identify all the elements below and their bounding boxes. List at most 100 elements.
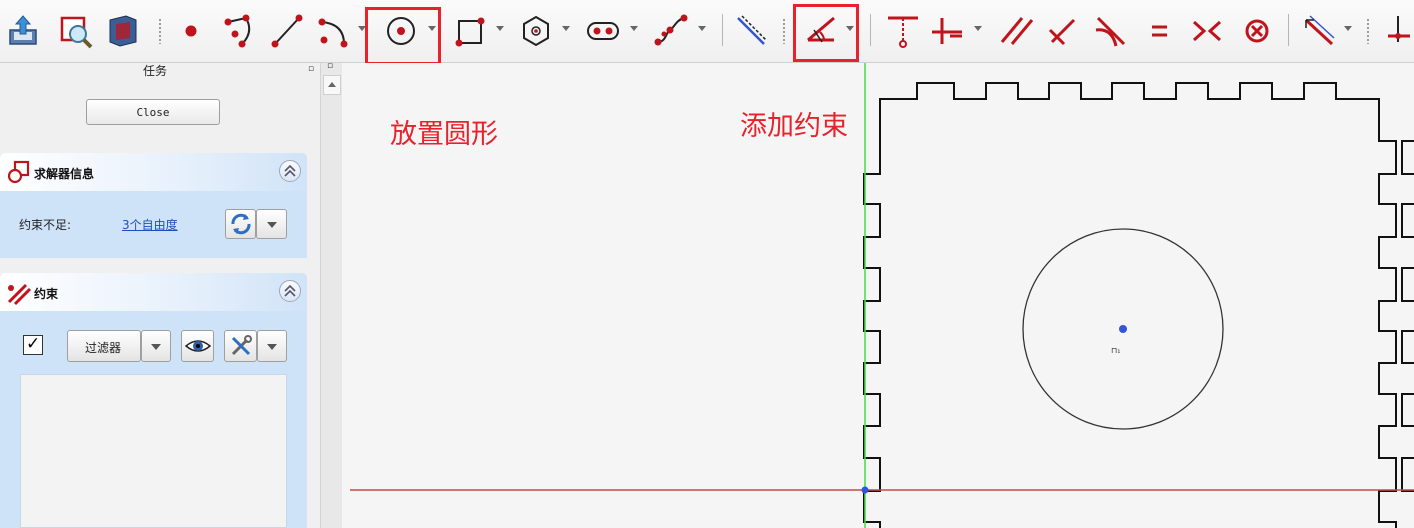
polygon-button[interactable] (515, 8, 555, 54)
settings-dropdown[interactable] (257, 330, 287, 362)
constraint-block-icon (1245, 19, 1269, 43)
chevron-up-icon (284, 164, 296, 177)
constraint-vertical-distance-icon (888, 16, 918, 48)
polyline-button[interactable] (218, 8, 258, 54)
sketch-canvas[interactable]: ⊓₁ (342, 63, 1414, 528)
sketcher-toolbar (0, 0, 1414, 65)
tools-icon (231, 335, 252, 356)
recompute-button[interactable] (225, 209, 256, 239)
constraint-parallel-icon (1000, 17, 1034, 45)
export-button[interactable] (2, 8, 42, 54)
toolbar-separator (722, 14, 723, 46)
constraint-distance-button[interactable] (1298, 8, 1338, 54)
export-icon (9, 15, 37, 45)
rectangle-button[interactable] (450, 8, 490, 54)
constraint-symmetric-icon (1192, 20, 1222, 42)
zoom-select-icon (60, 16, 93, 49)
dof-link[interactable]: 3个自由度 (122, 216, 178, 233)
constraint-horizontal-distance-button[interactable] (926, 8, 966, 54)
visibility-button[interactable] (181, 330, 214, 362)
polygon-dropdown[interactable] (562, 26, 570, 31)
chevron-up-icon (284, 284, 296, 297)
constraint-equal-icon (1152, 25, 1167, 37)
constraint-perpendicular-button[interactable] (1042, 8, 1082, 54)
settings-button[interactable] (224, 330, 257, 362)
chevron-down-icon (267, 222, 277, 228)
bspline-dropdown[interactable] (698, 26, 706, 31)
filter-button[interactable]: 过滤器 (67, 330, 141, 362)
constraint-vertical-distance-button[interactable] (882, 8, 922, 54)
arc-icon (318, 18, 348, 48)
panel-scrollbar[interactable]: ▫ (320, 61, 343, 528)
rectangle-dropdown[interactable] (496, 26, 504, 31)
toolbar-grip[interactable] (1366, 18, 1370, 44)
point-icon (185, 25, 197, 37)
line-button[interactable] (266, 8, 306, 54)
toolbar-grip[interactable] (782, 18, 786, 44)
panel-minimize-icon[interactable]: ▫ (308, 64, 314, 74)
constraints-group-title: 约束 (34, 287, 59, 301)
constraint-tool-highlight (793, 4, 859, 62)
circle-cursor-hint: ⊓₁ (1111, 346, 1120, 355)
constraint-symmetric-button[interactable] (1186, 8, 1226, 54)
view-section-icon (109, 15, 137, 47)
slot-icon (587, 22, 619, 40)
show-constraints-checkbox[interactable]: ✓ (23, 334, 43, 355)
constraints-icon (7, 283, 32, 306)
line-icon (271, 14, 303, 48)
bspline-button[interactable] (650, 8, 690, 54)
polyline-icon (224, 14, 251, 48)
slot-button[interactable] (582, 8, 622, 54)
view-section-button[interactable] (102, 8, 142, 54)
scroll-up-button[interactable] (323, 75, 341, 95)
constraint-distance-dropdown[interactable] (1344, 26, 1352, 31)
polygon-icon (523, 15, 549, 47)
constraints-group-header[interactable]: 约束 (0, 273, 307, 311)
constraint-perpendicular-icon (1048, 18, 1076, 46)
panel-float-icon[interactable]: ▫ (327, 61, 333, 71)
constraints-group: 约束 ✓ 过滤器 (0, 273, 307, 528)
constraint-parallel-button[interactable] (996, 8, 1036, 54)
solver-group-title: 求解器信息 (34, 167, 95, 181)
constraint-horizontal-dropdown[interactable] (974, 26, 982, 31)
constraint-horizontal-distance-icon (932, 18, 962, 44)
point-button[interactable] (170, 8, 210, 54)
constraint-tangent-button[interactable] (1090, 8, 1130, 54)
constraint-tangent-icon (1095, 16, 1126, 47)
constraint-equal-button[interactable] (1138, 8, 1178, 54)
solver-status-label: 约束不足: (19, 218, 72, 232)
toolbar-separator (870, 14, 871, 46)
collapse-constraints-button[interactable] (279, 280, 301, 302)
task-panel: 任务 ▫ ▫ Close 求解器信息 约束不足: 3个自由度 (0, 63, 321, 528)
checkmark-icon: ✓ (26, 334, 41, 354)
rectangle-icon (455, 17, 485, 47)
add-constraint-annotation: 添加约束 (740, 111, 848, 142)
arc-button[interactable] (312, 8, 352, 54)
construction-toggle-button[interactable] (730, 8, 770, 54)
chevron-down-icon (151, 344, 161, 350)
solver-options-dropdown[interactable] (256, 209, 287, 239)
circle-tool-highlight (365, 7, 441, 65)
zoom-select-button[interactable] (56, 8, 96, 54)
constraints-list[interactable] (20, 374, 287, 528)
solver-group-header[interactable]: 求解器信息 (0, 153, 307, 191)
close-button[interactable]: Close (86, 99, 220, 125)
circle-center-point[interactable] (1119, 325, 1127, 333)
filter-label: 过滤器 (85, 341, 122, 355)
filter-dropdown[interactable] (141, 330, 171, 362)
origin-point[interactable] (861, 486, 869, 494)
bspline-icon (654, 14, 688, 46)
toolbar-separator (1288, 14, 1289, 46)
eye-icon (185, 340, 211, 352)
toolbar-grip[interactable] (158, 18, 162, 44)
chevron-down-icon (267, 344, 277, 350)
construction-toggle-icon (737, 15, 767, 45)
constraint-block-button[interactable] (1236, 8, 1276, 54)
slot-dropdown[interactable] (630, 26, 638, 31)
place-circle-annotation: 放置圆形 (390, 119, 498, 150)
solver-icon (7, 160, 30, 184)
more-constraints-button[interactable] (1378, 8, 1414, 54)
more-constraints-icon (1388, 16, 1410, 42)
solver-messages-group: 求解器信息 约束不足: 3个自由度 (0, 153, 307, 258)
collapse-solver-button[interactable] (279, 160, 301, 182)
